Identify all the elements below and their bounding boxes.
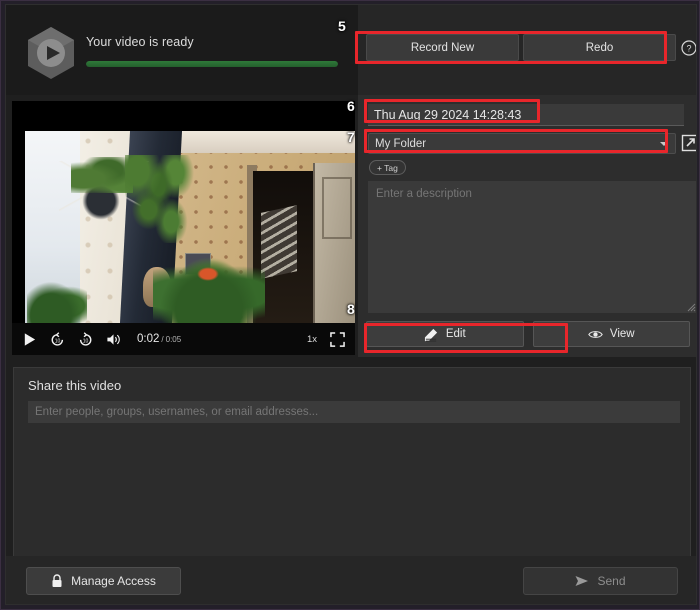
fullscreen-icon[interactable] [330,331,345,347]
playback-speed-button[interactable]: 1x [307,334,317,345]
edit-button[interactable]: Edit [366,321,524,347]
textarea-resize-handle[interactable] [686,302,696,312]
footer-bar: Manage Access Send [6,556,696,604]
volume-icon[interactable] [106,332,121,347]
play-icon[interactable] [22,332,37,347]
send-paper-plane-icon [575,576,589,586]
player-controls: 10 10 0:02 / 0:05 1x [12,323,355,355]
scene-staircase [261,205,297,279]
send-button[interactable]: Send [523,567,678,595]
scene-hanging-planter [71,157,133,223]
svg-text:?: ? [686,44,691,54]
time-display: 0:02 / 0:05 [137,333,181,345]
add-tag-button[interactable]: + Tag [369,160,406,175]
scene-door-panel [313,163,355,323]
video-player[interactable]: 10 10 0:02 / 0:05 1x [12,101,355,355]
time-separator: / [161,335,164,344]
chevron-down-icon [660,141,668,146]
video-share-window: Your video is ready Record New Redo ? Th… [5,4,697,605]
total-time: 0:05 [165,335,182,344]
share-heading: Share this video [28,378,122,393]
status-message: Your video is ready [86,35,194,49]
rewind-10-icon[interactable]: 10 [50,331,65,347]
manage-access-button[interactable]: Manage Access [26,567,181,595]
share-panel: Share this video [13,367,691,562]
scene-small-plant [27,277,87,323]
external-link-icon[interactable] [681,134,697,152]
metadata-form: My Folder + Tag [358,95,697,357]
scene-large-plant [153,253,265,323]
folder-select[interactable]: My Folder [368,133,676,154]
current-time: 0:02 [137,333,160,345]
edit-button-label: Edit [445,328,466,340]
app-root: Your video is ready Record New Redo ? Th… [0,0,700,610]
pencil-edit-icon [424,328,437,342]
lock-icon [52,574,62,587]
video-preview-image [25,131,355,323]
edit-view-group: Edit View [366,321,690,347]
redo-button[interactable]: Redo [523,34,676,61]
svg-text:10: 10 [55,338,61,344]
manage-access-label: Manage Access [71,574,156,588]
video-title-input[interactable] [368,104,684,126]
record-actions-header: Record New Redo ? [358,5,697,95]
description-textarea[interactable] [368,181,696,313]
svg-text:10: 10 [83,338,89,344]
question-circle-icon[interactable]: ? [681,40,697,56]
send-label: Send [597,574,626,588]
view-button-label: View [609,328,635,340]
progress-block: Your video is ready [86,35,342,67]
hexagon-play-logo [28,27,74,79]
eye-icon [588,330,603,338]
record-new-button[interactable]: Record New [366,34,519,61]
folder-select-value: My Folder [375,137,427,150]
video-details-panel: Record New Redo ? My Folder [358,5,697,357]
view-button[interactable]: View [532,321,690,347]
forward-10-icon[interactable]: 10 [78,331,93,347]
record-actions-group: Record New Redo [366,34,676,61]
scene-vine-plant [125,155,195,243]
progress-bar [86,61,338,67]
progress-bar-fill [86,61,338,67]
share-recipients-input[interactable] [28,401,680,423]
